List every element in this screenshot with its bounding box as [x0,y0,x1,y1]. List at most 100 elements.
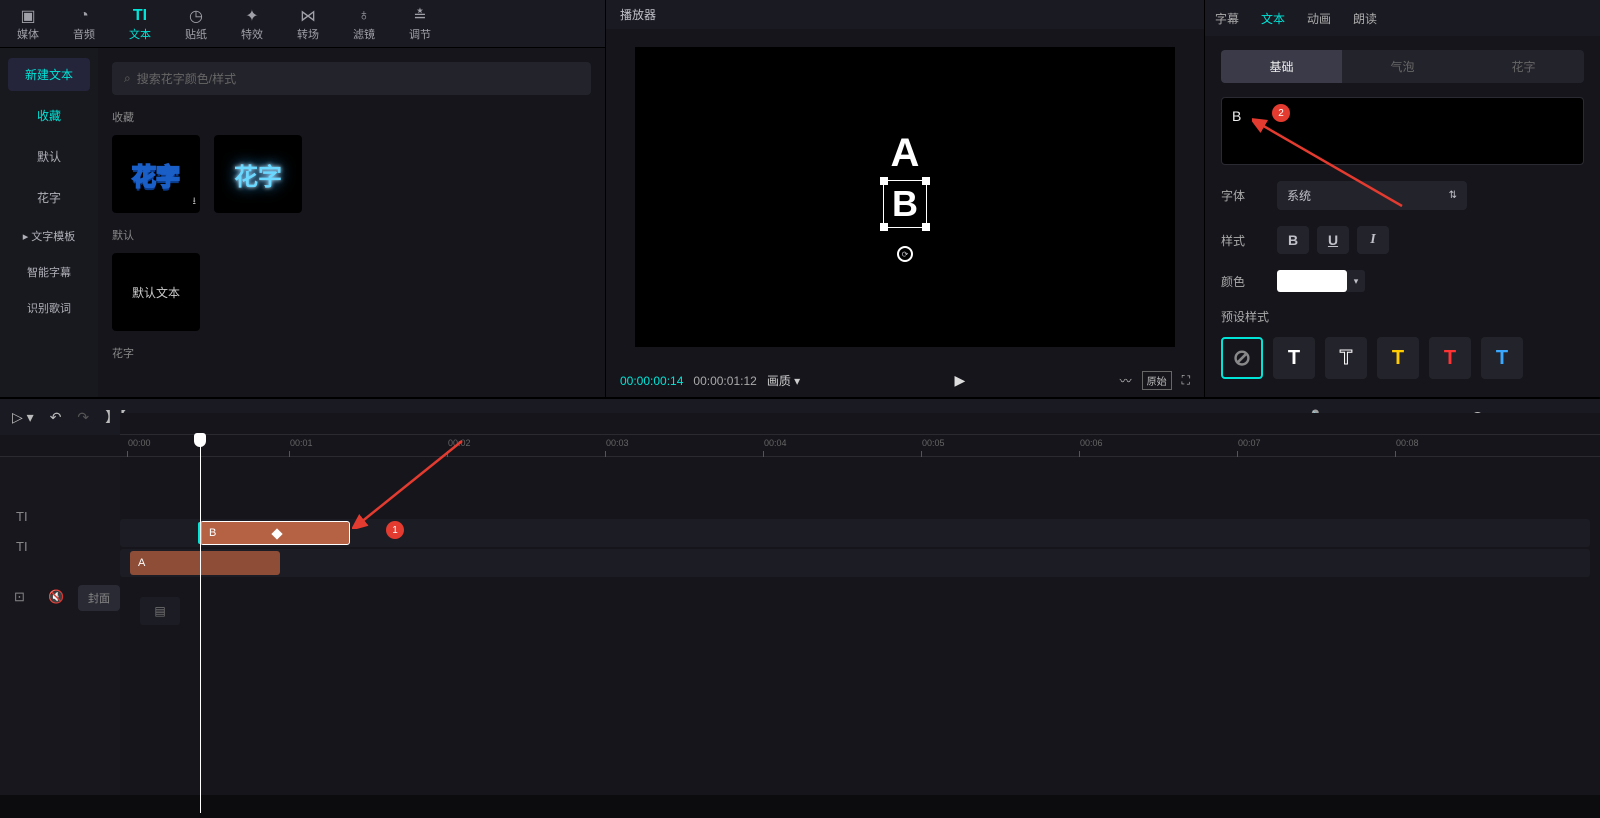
toolbar-audio[interactable]: ◔音频 [56,0,112,47]
ruler-tick: 00:06 [1080,438,1103,448]
style-label: 样式 [1221,232,1261,249]
subtab-flower[interactable]: 花字 [1463,50,1584,83]
time-duration: 00:00:01:12 [693,374,756,388]
resize-handle-ne[interactable] [922,177,930,185]
fullscreen-icon[interactable]: ⛶ [1182,373,1190,388]
track-text-2[interactable]: A [120,549,1590,577]
sidebar-flower[interactable]: 花字 [8,181,90,214]
timeline-ruler-area[interactable]: 00:00 00:01 00:02 00:03 00:04 00:05 00:0… [0,435,1600,457]
audio-icon: ◔ [79,6,89,26]
ruler-tick: 00:08 [1396,438,1419,448]
subtab-bubble[interactable]: 气泡 [1342,50,1463,83]
ruler-tick: 00:05 [922,438,945,448]
undo-button[interactable]: ↶ [50,409,62,426]
effect-icon: ✦ [245,6,258,26]
keyframe-icon[interactable] [271,528,282,539]
play-button[interactable]: ▶ [954,372,965,389]
ratio-button[interactable]: 原始 [1142,371,1172,390]
thumb-huazi-1[interactable]: 花字⭳ [112,135,200,213]
adjust-icon: ≛ [413,6,426,26]
search-placeholder: 搜索花字颜色/样式 [137,70,236,87]
tab-text[interactable]: 文本 [1261,10,1285,27]
clip-a[interactable]: A [130,551,280,575]
transition-icon: ⋈ [300,6,316,26]
toolbar-effect[interactable]: ✦特效 [224,0,280,47]
ruler-tick: 00:07 [1238,438,1261,448]
player-title: 播放器 [606,0,1204,29]
player-viewport[interactable]: A B ⟳ [606,29,1204,365]
bold-button[interactable]: B [1277,226,1309,254]
inspector-subtabs: 基础 气泡 花字 [1221,50,1584,83]
timeline-ruler[interactable] [120,413,1600,435]
preset-5[interactable]: T [1481,337,1523,379]
preset-2[interactable]: T [1325,337,1367,379]
toolbar-filter[interactable]: ♁滤镜 [336,0,392,47]
player-panel: 播放器 A B ⟳ 00:00:00:14 00:00:01:12 画质 ▾ ▶… [605,0,1205,397]
section-flower: 花字 [112,345,591,361]
canvas-text-b-selection[interactable]: B [883,180,927,228]
preset-none[interactable]: ⊘ [1221,337,1263,379]
color-dropdown[interactable]: ▾ [1347,270,1365,292]
preset-label: 预设样式 [1221,308,1584,325]
track-text-1[interactable]: B [120,519,1590,547]
sidebar-text-template[interactable]: ▸ 文字模板 [8,222,90,250]
toolbar-media[interactable]: ▣媒体 [0,0,56,47]
time-current: 00:00:00:14 [620,374,683,388]
thumb-huazi-2[interactable]: 花字 [214,135,302,213]
sidebar-smart-subtitle[interactable]: 智能字幕 [8,258,90,286]
preset-1[interactable]: T [1273,337,1315,379]
cursor-tool[interactable]: ▷ ▾ [12,409,34,426]
scope-icon[interactable]: 〰 [1120,372,1132,389]
ruler-tick: 00:04 [764,438,787,448]
sticker-icon: ◷ [189,6,203,26]
canvas-text-a[interactable]: A [891,131,920,176]
sidebar-default[interactable]: 默认 [8,140,90,173]
underline-button[interactable]: U [1317,226,1349,254]
sidebar-favorites[interactable]: 收藏 [8,99,90,132]
thumb-default-text[interactable]: 默认文本 [112,253,200,331]
playhead[interactable] [200,433,201,813]
section-default: 默认 [112,227,591,243]
main-toolbar: ▣媒体 ◔音频 TI文本 ◷贴纸 ✦特效 ⋈转场 ♁滤镜 ≛调节 [0,0,605,48]
tab-read[interactable]: 朗读 [1353,10,1377,27]
clip-b[interactable]: B [200,521,350,545]
search-input[interactable]: ⌕ 搜索花字颜色/样式 [112,62,591,95]
toolbar-text[interactable]: TI文本 [112,0,168,47]
resize-handle-se[interactable] [922,223,930,231]
rotate-handle[interactable]: ⟳ [897,246,913,262]
inspector-panel: 字幕 文本 动画 朗读 基础 气泡 花字 B 2 字体 系统 [1205,0,1600,397]
media-track-placeholder[interactable]: ▤ [140,597,180,625]
color-swatch[interactable] [1277,270,1347,292]
ruler-tick: 00:00 [128,438,151,448]
italic-button[interactable]: I [1357,226,1389,254]
text-content-input[interactable]: B 2 [1221,97,1584,165]
annotation-badge-2: 2 [1272,104,1290,122]
filter-icon: ♁ [358,6,370,26]
redo-button[interactable]: ↷ [77,409,89,426]
preset-3[interactable]: T [1377,337,1419,379]
sidebar-new-text[interactable]: 新建文本 [8,58,90,91]
font-value: 系统 [1287,187,1311,204]
player-canvas[interactable]: A B ⟳ [635,47,1175,347]
resize-handle-sw[interactable] [880,223,888,231]
tab-subtitle[interactable]: 字幕 [1215,10,1239,27]
none-icon: ⊘ [1233,345,1251,371]
text-sidebar: 新建文本 收藏 默认 花字 ▸ 文字模板 智能字幕 识别歌词 [0,48,98,397]
subtab-basic[interactable]: 基础 [1221,50,1342,83]
toolbar-transition[interactable]: ⋈转场 [280,0,336,47]
quality-dropdown[interactable]: 画质 ▾ [767,372,800,389]
chevron-updown-icon: ⇅ [1449,190,1457,201]
sidebar-lyrics[interactable]: 识别歌词 [8,294,90,322]
resize-handle-nw[interactable] [880,177,888,185]
toolbar-sticker[interactable]: ◷贴纸 [168,0,224,47]
media-icon: ▣ [20,6,35,26]
font-select[interactable]: 系统 ⇅ [1277,181,1467,210]
canvas-text-b: B [892,183,918,224]
color-label: 颜色 [1221,273,1261,290]
toolbar-adjust[interactable]: ≛调节 [392,0,448,47]
annotation-badge-1: 1 [386,521,404,539]
font-label: 字体 [1221,187,1261,204]
preset-4[interactable]: T [1429,337,1471,379]
film-icon: ▤ [154,604,165,618]
tab-animation[interactable]: 动画 [1307,10,1331,27]
